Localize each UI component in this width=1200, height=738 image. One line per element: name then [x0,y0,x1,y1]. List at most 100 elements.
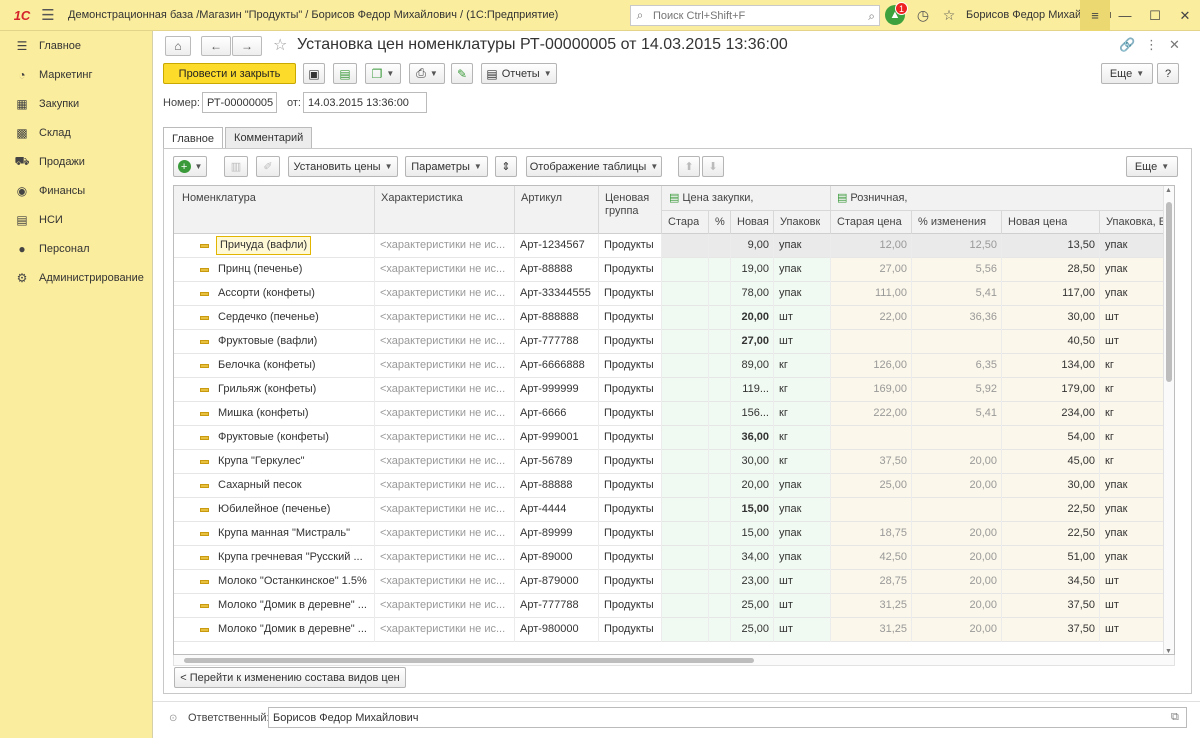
sidebar-item-reference[interactable]: ▤ НСИ [0,205,152,234]
cell-new[interactable]: 89,00 [730,354,773,377]
col-price-group[interactable]: Ценовая группа [605,192,660,218]
cell-characteristic[interactable]: <характеристики не ис... [374,450,514,473]
cell-article[interactable]: Арт-879000 [514,570,598,593]
cell-pack-retail[interactable]: упак [1099,498,1165,521]
cell-change-percent[interactable]: 20,00 [911,570,1001,593]
cell-pack[interactable]: кг [773,402,830,425]
close-icon[interactable]: ✕ [1170,0,1200,31]
cell-new[interactable]: 25,00 [730,618,773,641]
cell-old-price[interactable]: 27,00 [830,258,911,281]
cell-new-price[interactable]: 179,00 [1001,378,1099,401]
cell-nomenclature[interactable]: Сахарный песок [174,474,374,497]
cell-article[interactable]: Арт-999999 [514,378,598,401]
cell-new[interactable]: 9,00 [730,234,773,257]
col-pack[interactable]: Упаковк [780,216,820,228]
cell-price-group[interactable]: Продукты [598,570,661,593]
cell-new-price[interactable]: 134,00 [1001,354,1099,377]
cell-nomenclature[interactable]: Ассорти (конфеты) [174,282,374,305]
cell-pack[interactable]: кг [773,450,830,473]
col-characteristic[interactable]: Характеристика [381,192,463,204]
cell-characteristic[interactable]: <характеристики не ис... [374,618,514,641]
cell-change-percent[interactable]: 20,00 [911,474,1001,497]
sidebar-item-sales[interactable]: ⛟ Продажи [0,147,152,176]
cell-new-price[interactable]: 40,50 [1001,330,1099,353]
cell-pack[interactable]: упак [773,498,830,521]
responsible-field[interactable]: Борисов Федор Михайлович [268,707,1187,728]
cell-pack-retail[interactable]: шт [1099,570,1165,593]
cell-pack[interactable]: упак [773,234,830,257]
cell-old[interactable] [661,474,708,497]
column-width-button[interactable]: ⇕ [495,156,517,177]
cell-change-percent[interactable]: 36,36 [911,306,1001,329]
cell-pack-retail[interactable]: упак [1099,474,1165,497]
cell-price-group[interactable]: Продукты [598,234,661,257]
cell-article[interactable]: Арт-6666 [514,402,598,425]
table-display-button[interactable]: Отображение таблицы ▼ [526,156,662,177]
cell-percent[interactable] [708,354,730,377]
cell-nomenclature[interactable]: Молоко "Домик в деревне" ... [174,618,374,641]
cell-old[interactable] [661,546,708,569]
cell-article[interactable]: Арт-1234567 [514,234,598,257]
cell-old[interactable] [661,522,708,545]
cell-new[interactable]: 119... [730,378,773,401]
cell-nomenclature[interactable]: Принц (печенье) [174,258,374,281]
cell-new[interactable]: 156... [730,402,773,425]
close-form-icon[interactable]: ✕ [1169,37,1180,53]
move-down-button[interactable]: ⬇ [702,156,724,177]
cell-characteristic[interactable]: <характеристики не ис... [374,306,514,329]
favorite-star-icon[interactable]: ☆ [273,35,287,55]
cell-pack[interactable]: шт [773,330,830,353]
more-actions-icon[interactable]: ⋮ [1145,37,1158,53]
cell-change-percent[interactable]: 12,50 [911,234,1001,257]
table-row[interactable]: Фруктовые (вафли) <характеристики не ис..… [174,330,1165,354]
cell-price-group[interactable]: Продукты [598,282,661,305]
cell-nomenclature[interactable]: Грильяж (конфеты) [174,378,374,401]
cell-article[interactable]: Арт-88888 [514,474,598,497]
vertical-scroll-thumb[interactable] [1166,202,1172,382]
cell-old[interactable] [661,450,708,473]
reports-button[interactable]: ▤ Отчеты ▼ [481,63,557,84]
set-prices-button[interactable]: Установить цены ▼ [288,156,398,177]
create-based-on-button[interactable]: ❐ ▼ [365,63,401,84]
search-go-icon[interactable]: ⌕ [868,9,875,24]
link-icon[interactable]: 🔗 [1119,37,1135,53]
cell-old-price[interactable] [830,330,911,353]
cell-nomenclature[interactable]: Белочка (конфеты) [174,354,374,377]
cell-pack-retail[interactable]: кг [1099,450,1165,473]
cell-pack-retail[interactable]: упак [1099,258,1165,281]
cell-new[interactable]: 20,00 [730,474,773,497]
table-more-button[interactable]: Еще ▼ [1126,156,1178,177]
cell-characteristic[interactable]: <характеристики не ис... [374,258,514,281]
cell-old[interactable] [661,306,708,329]
table-row[interactable]: Причуда (вафли) <характеристики не ис... А… [174,234,1165,258]
cell-change-percent[interactable] [911,330,1001,353]
table-row[interactable]: Мишка (конфеты) <характеристики не ис... А… [174,402,1165,426]
col-nomenclature[interactable]: Номенклатура [182,192,256,204]
cell-article[interactable]: Арт-56789 [514,450,598,473]
cell-characteristic[interactable]: <характеристики не ис... [374,402,514,425]
cell-new-price[interactable]: 117,00 [1001,282,1099,305]
clear-button[interactable]: ✐ [256,156,280,177]
horizontal-scrollbar[interactable] [173,655,1175,666]
cell-price-group[interactable]: Продукты [598,594,661,617]
cell-new-price[interactable]: 234,00 [1001,402,1099,425]
cell-old[interactable] [661,570,708,593]
history-icon[interactable]: ◷ [912,5,934,26]
cell-nomenclature[interactable]: Крупа манная "Мистраль" [174,522,374,545]
cell-change-percent[interactable]: 6,35 [911,354,1001,377]
cell-price-group[interactable]: Продукты [598,402,661,425]
cell-percent[interactable] [708,234,730,257]
cell-nomenclature[interactable]: Фруктовые (вафли) [174,330,374,353]
cell-pack[interactable]: кг [773,378,830,401]
cell-new-price[interactable]: 30,00 [1001,306,1099,329]
barcode-button[interactable]: ▥ [224,156,248,177]
cell-characteristic[interactable]: <характеристики не ис... [374,594,514,617]
tab-main[interactable]: Главное [163,127,224,149]
cell-characteristic[interactable]: <характеристики не ис... [374,498,514,521]
back-button[interactable]: ← [201,36,231,56]
settings-menu-icon[interactable]: ≡ [1080,0,1110,31]
sidebar-item-main[interactable]: ☰ Главное [0,31,152,60]
cell-old[interactable] [661,378,708,401]
cell-article[interactable]: Арт-888888 [514,306,598,329]
maximize-icon[interactable]: ☐ [1140,0,1170,31]
